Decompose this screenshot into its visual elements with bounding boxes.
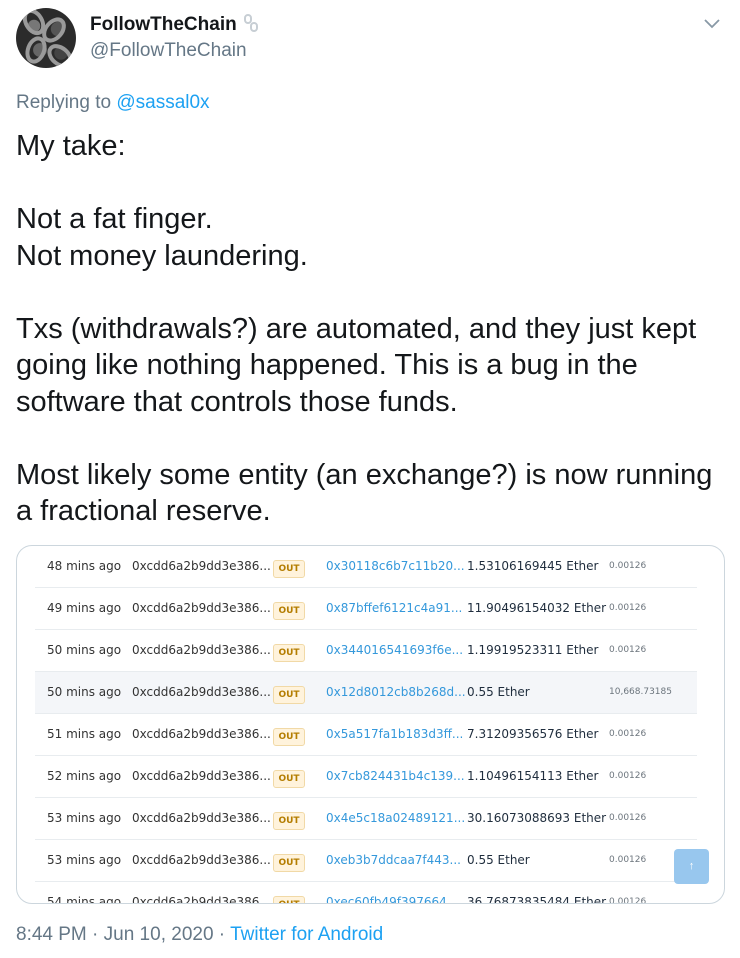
tx-direction-badge: OUT: [273, 728, 305, 746]
table-row: 48 mins ago 0xcdd6a2b9dd3e386... OUT 0x3011…: [35, 546, 697, 588]
tx-fee: 0.00126: [609, 897, 647, 904]
table-row: 50 mins ago 0xcdd6a2b9dd3e386... OUT 0x3440…: [35, 630, 697, 672]
tx-from-address: 0xcdd6a2b9dd3e386...: [132, 853, 271, 867]
table-row: 49 mins ago 0xcdd6a2b9dd3e386... OUT 0x87bf…: [35, 588, 697, 630]
tx-from-address: 0xcdd6a2b9dd3e386...: [132, 769, 271, 783]
tx-to-address: 0x344016541693f6e...: [326, 643, 464, 657]
tx-value: 36.76873835484 Ether: [467, 895, 607, 904]
replying-to: Replying to @sassal0x: [16, 92, 210, 114]
tx-value: 1.10496154113 Ether: [467, 769, 599, 783]
tx-value: 7.31209356576 Ether: [467, 727, 599, 741]
arrow-up-icon: ↑: [688, 860, 695, 872]
tx-direction-badge: OUT: [273, 602, 305, 620]
reply-prefix: Replying to: [16, 92, 117, 113]
tx-value: 0.55 Ether: [467, 853, 530, 867]
tweet-header: FollowTheChain @FollowTheChain: [16, 8, 726, 74]
tx-age: 48 mins ago: [47, 559, 122, 573]
tx-direction-badge: OUT: [273, 560, 305, 578]
chain-avatar-icon: [22, 8, 73, 68]
table-row: 52 mins ago 0xcdd6a2b9dd3e386... OUT 0x7cb8…: [35, 756, 697, 798]
tx-direction-badge: OUT: [273, 644, 305, 662]
tx-age: 50 mins ago: [47, 643, 122, 657]
tx-from-address: 0xcdd6a2b9dd3e386...: [132, 727, 271, 741]
scroll-top-button[interactable]: ↑: [674, 849, 709, 884]
tx-to-address: 0x4e5c18a02489121...: [326, 811, 466, 825]
reply-mention-link[interactable]: @sassal0x: [116, 92, 209, 113]
author-display-name[interactable]: FollowTheChain: [90, 14, 237, 36]
tweet-footer: 8:44 PM · Jun 10, 2020 · Twitter for And…: [16, 924, 383, 946]
tx-age: 54 mins ago: [47, 895, 122, 904]
tx-direction-badge: OUT: [273, 896, 305, 903]
tx-direction-badge: OUT: [273, 854, 305, 872]
tweet-text: My take: Not a fat finger. Not money lau…: [16, 130, 713, 527]
tx-to-address: 0x30118c6b7c11b20...: [326, 559, 465, 573]
tx-age: 50 mins ago: [47, 685, 122, 699]
tx-direction-badge: OUT: [273, 686, 305, 704]
tx-from-address: 0xcdd6a2b9dd3e386...: [132, 559, 271, 573]
tx-to-address: 0x12d8012cb8b268d...: [326, 685, 466, 699]
table-row: 54 mins ago 0xcdd6a2b9dd3e386...OUT 0xec60…: [35, 882, 697, 904]
chain-emoji-icon: [244, 14, 259, 37]
tx-fee: 0.00126: [609, 771, 647, 781]
tx-value: 1.19919523311 Ether: [467, 643, 599, 657]
tx-value: 11.90496154032 Ether: [467, 601, 607, 615]
tx-from-address: 0xcdd6a2b9dd3e386...: [132, 685, 271, 699]
table-row: 51 mins ago 0xcdd6a2b9dd3e386... OUT 0x5a51…: [35, 714, 697, 756]
tx-value: 0.55 Ether: [467, 685, 530, 699]
table-row: 53 mins ago 0xcdd6a2b9dd3e386... OUT 0xeb3b…: [35, 840, 697, 882]
tx-fee: 0.00126: [609, 855, 647, 865]
tx-fee: 0.00126: [609, 813, 647, 823]
tweet-source-link[interactable]: Twitter for Android: [230, 924, 383, 945]
table-row: 53 mins ago 0xcdd6a2b9dd3e386... OUT 0x4e5c…: [35, 798, 697, 840]
tx-age: 49 mins ago: [47, 601, 122, 615]
tx-fee: 0.00126: [609, 603, 647, 613]
tweet-timestamp[interactable]: 8:44 PM · Jun 10, 2020 ·: [16, 924, 230, 945]
tx-to-address: 0x7cb824431b4c139...: [326, 769, 465, 783]
tx-to-address: 0x87bffef6121c4a91...: [326, 601, 463, 615]
tx-to-address: 0xeb3b7ddcaa7f443...: [326, 853, 461, 867]
tx-fee: 0.00126: [609, 645, 647, 655]
chevron-down-icon[interactable]: [702, 14, 722, 34]
author-avatar[interactable]: [16, 8, 76, 68]
tx-from-address: 0xcdd6a2b9dd3e386...: [132, 643, 271, 657]
tx-direction-badge: OUT: [273, 770, 305, 788]
tx-value: 30.16073088693 Ether: [467, 811, 607, 825]
tx-fee: 0.00126: [609, 729, 647, 739]
tx-to-address: 0xec60fb49f397664...: [326, 895, 459, 904]
tx-fee: 10,668.73185: [609, 687, 672, 697]
tx-from-address: 0xcdd6a2b9dd3e386...: [132, 895, 271, 904]
tweet-media-image[interactable]: 48 mins ago 0xcdd6a2b9dd3e386... OUT 0x3011…: [16, 545, 725, 904]
tx-from-address: 0xcdd6a2b9dd3e386...: [132, 601, 271, 615]
tx-age: 51 mins ago: [47, 727, 122, 741]
tx-to-address: 0x5a517fa1b183d3ff...: [326, 727, 464, 741]
tx-age: 52 mins ago: [47, 769, 122, 783]
transactions-table: 48 mins ago 0xcdd6a2b9dd3e386... OUT 0x3011…: [35, 546, 697, 904]
tx-direction-badge: OUT: [273, 812, 305, 830]
tx-age: 53 mins ago: [47, 811, 122, 825]
tx-from-address: 0xcdd6a2b9dd3e386...: [132, 811, 271, 825]
tx-age: 53 mins ago: [47, 853, 122, 867]
tx-fee: 0.00126: [609, 561, 647, 571]
tx-value: 1.53106169445 Ether: [467, 559, 599, 573]
table-row: 50 mins ago 0xcdd6a2b9dd3e386... OUT 0x12d8…: [35, 672, 697, 714]
author-handle[interactable]: @FollowTheChain: [90, 40, 258, 62]
